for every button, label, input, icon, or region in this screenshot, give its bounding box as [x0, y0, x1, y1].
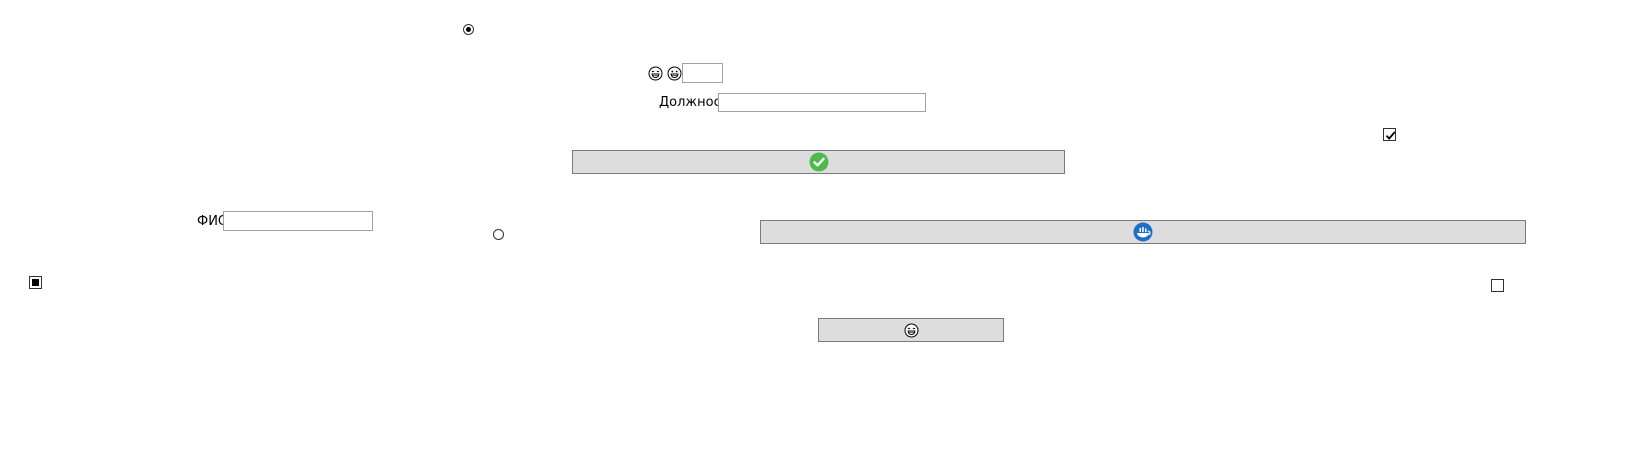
confirm-button[interactable] — [572, 150, 1065, 174]
checkbox-right-top[interactable] — [1383, 128, 1396, 141]
emoji-button[interactable] — [818, 318, 1004, 342]
radio-option-top[interactable] — [463, 24, 474, 35]
radio-option-middle[interactable] — [493, 229, 504, 240]
green-check-circle-icon — [809, 152, 829, 172]
small-text-field[interactable] — [682, 63, 723, 83]
checkmark-icon — [1385, 131, 1396, 140]
laughing-face-icon — [904, 323, 919, 338]
blue-round-badge-icon — [1133, 222, 1153, 242]
grinning-face-icon — [667, 66, 682, 81]
checkbox-right-bottom[interactable] — [1491, 279, 1504, 292]
checkbox-left[interactable] — [29, 276, 42, 289]
fio-field[interactable] — [223, 211, 373, 231]
position-field[interactable] — [718, 93, 926, 112]
laughing-face-icon — [648, 66, 663, 81]
blue-badge-button[interactable] — [760, 220, 1526, 244]
